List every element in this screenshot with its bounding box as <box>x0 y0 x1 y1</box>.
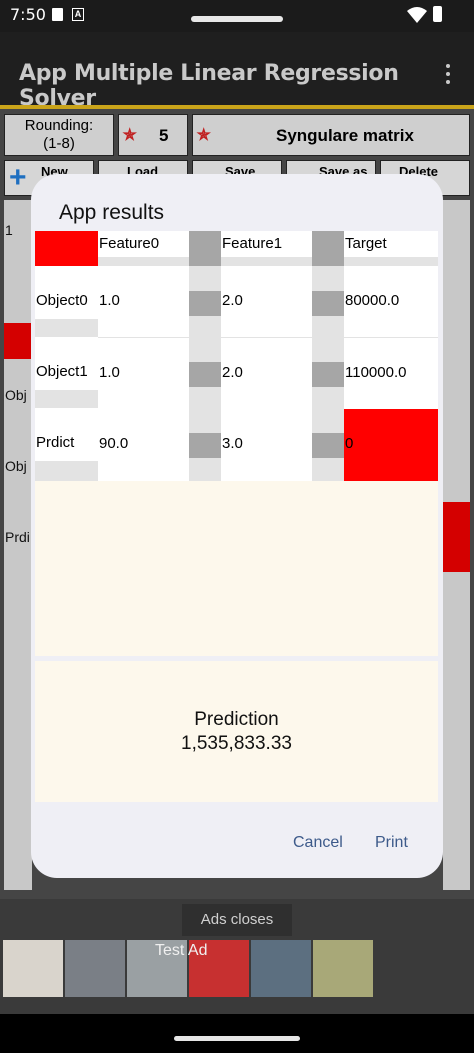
battery-icon <box>433 6 442 22</box>
navigation-bar <box>0 1014 474 1053</box>
cell-object0-target: 80000.0 <box>344 266 438 337</box>
cell-separator <box>312 433 344 458</box>
plus-icon: + <box>9 161 27 194</box>
dialog-title: App results <box>59 201 165 224</box>
cell-object1-feature1: 2.0 <box>221 338 312 409</box>
cell-predict-feature1[interactable]: 3.0 <box>221 409 312 481</box>
wifi-icon <box>407 7 427 23</box>
rounding-value: 5 <box>159 126 169 145</box>
print-button[interactable]: Print <box>375 834 408 852</box>
background-row-label: Obj <box>5 387 27 403</box>
status-bar: 7:50 A <box>0 0 474 32</box>
overflow-menu-icon[interactable] <box>440 62 456 86</box>
cell-separator <box>189 433 221 458</box>
header-feature0: Feature0 <box>98 231 189 257</box>
cell-predict-feature0[interactable]: 90.0 <box>98 409 189 481</box>
row-label-object0: Object0 <box>35 266 98 319</box>
row-label-object1: Object1 <box>35 337 98 390</box>
row-label-predict: Prdict <box>35 408 98 461</box>
cell-separator <box>312 291 344 316</box>
cell-object1-target: 110000.0 <box>344 338 438 409</box>
ad-image[interactable] <box>251 940 311 997</box>
app-title: App Multiple Linear Regression Solver <box>19 61 399 111</box>
font-a-icon: A <box>72 8 84 21</box>
cell-separator <box>189 362 221 387</box>
background-left-column <box>4 200 32 890</box>
cell-object0-feature1: 2.0 <box>221 266 312 337</box>
column-separator <box>312 231 344 266</box>
cell-predict-target: 0 <box>344 409 438 481</box>
cell-separator <box>312 362 344 387</box>
corner-red-cell <box>35 231 98 266</box>
background-row-label: Prdi <box>5 529 30 545</box>
app-bar: App Multiple Linear Regression Solver <box>0 32 474 111</box>
ads-close-label[interactable]: Ads closes <box>182 904 292 936</box>
results-dialog: App results Feature0 Feature1 Target Obj… <box>31 174 443 878</box>
ad-image[interactable] <box>3 940 63 997</box>
home-gesture-handle[interactable] <box>174 1036 300 1041</box>
prediction-label: Prediction <box>194 709 279 730</box>
cell-separator <box>189 291 221 316</box>
sd-card-icon <box>52 8 63 21</box>
ad-image[interactable] <box>313 940 373 997</box>
ad-image[interactable] <box>65 940 125 997</box>
star-icon: ✯ <box>197 127 211 144</box>
rounding-value-field[interactable]: ✯ 5 <box>118 114 188 156</box>
camera-pill <box>191 16 283 22</box>
prediction-value: 1,535,833.33 <box>181 733 292 754</box>
singular-matrix-button[interactable]: ✯ Syngulare matrix <box>192 114 470 156</box>
results-grid: Feature0 Feature1 Target Object0 1.0 2.0… <box>35 231 438 481</box>
background-red-cell <box>4 323 32 359</box>
rounding-text: Rounding: (1-8) <box>24 117 94 152</box>
column-separator <box>189 231 221 266</box>
test-ad-label: Test Ad <box>155 942 208 959</box>
results-empty-area <box>35 481 438 656</box>
cell-object0-feature0: 1.0 <box>98 266 189 337</box>
background-red-cell <box>443 502 470 572</box>
background-number: 1 <box>5 222 13 238</box>
rounding-label: Rounding: (1-8) <box>4 114 114 156</box>
background-row-label: Obj <box>5 458 27 474</box>
header-feature1: Feature1 <box>221 231 312 257</box>
prediction-panel: Prediction 1,535,833.33 <box>35 661 438 802</box>
header-target: Target <box>344 231 438 257</box>
cancel-button[interactable]: Cancel <box>293 834 343 852</box>
singular-matrix-label: Syngulare matrix <box>276 126 414 145</box>
star-icon: ✯ <box>123 127 137 144</box>
status-time: 7:50 <box>10 5 46 24</box>
cell-object1-feature0: 1.0 <box>98 338 189 409</box>
